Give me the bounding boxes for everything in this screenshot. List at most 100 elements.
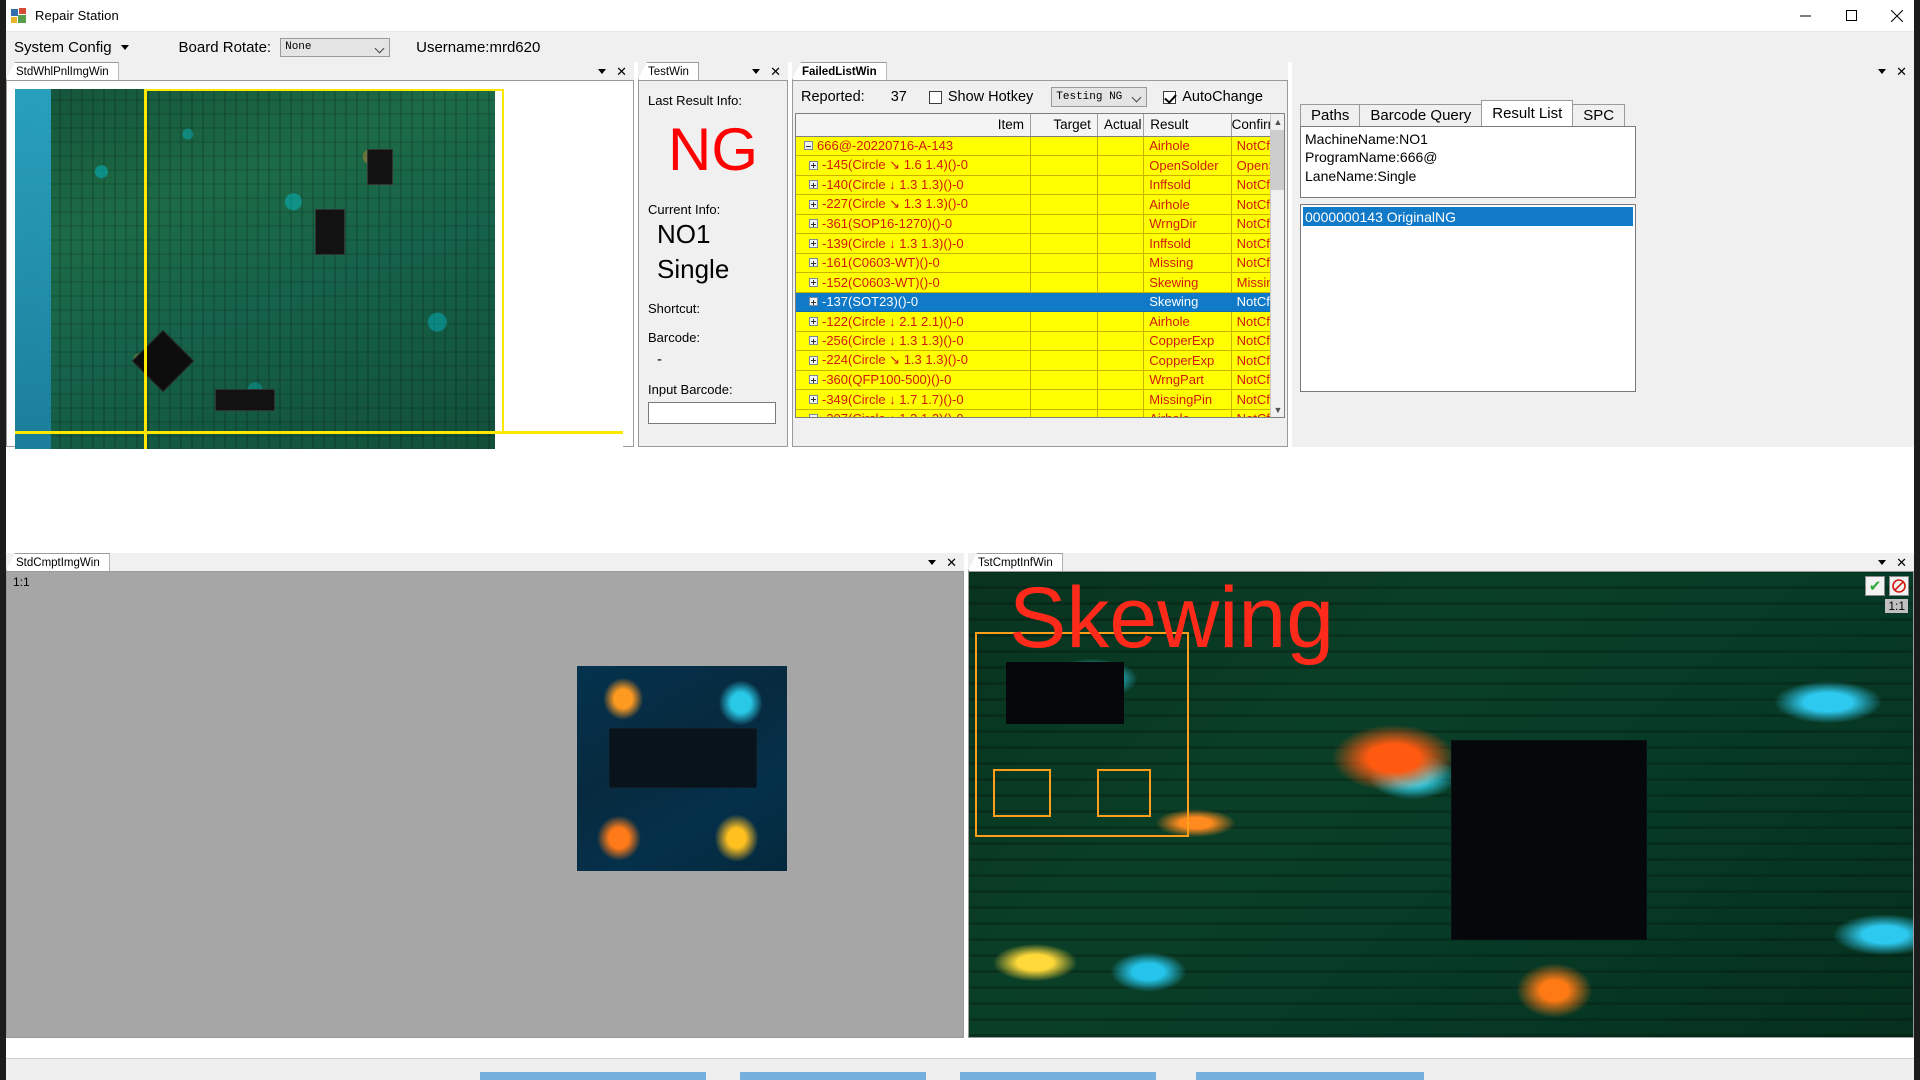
show-hotkey-checkbox[interactable]: Show Hotkey <box>928 89 1034 105</box>
minimize-icon[interactable] <box>1782 0 1828 32</box>
expand-icon[interactable] <box>809 336 818 346</box>
expand-icon[interactable] <box>809 180 818 190</box>
shortcut-label: Shortcut: <box>648 301 701 317</box>
taskbar-item[interactable] <box>480 1072 706 1080</box>
item-text: -139(Circle ↓ 1.3 1.3)()-0 <box>822 235 964 251</box>
column-header-target[interactable]: Target <box>1030 114 1098 137</box>
system-config-menu[interactable]: System Config <box>10 37 133 58</box>
panel-result-list: ✕ Paths Barcode Query Result List SPC Machi… <box>1292 62 1914 447</box>
expand-icon[interactable] <box>809 238 818 248</box>
cell-result: Airhole <box>1143 311 1232 332</box>
no-entry-icon[interactable] <box>1889 576 1909 596</box>
scroll-down-icon[interactable]: ▼ <box>1271 402 1284 417</box>
table-row[interactable]: -140(Circle ↓ 1.3 1.3)()-0 Inffsold NotCfm <box>796 175 1279 195</box>
crosshair-horizontal <box>15 431 623 434</box>
main-toolbar: System Config Board Rotate: None Usernam… <box>0 32 1920 62</box>
expand-icon[interactable] <box>809 277 818 287</box>
panel-close-icon[interactable]: ✕ <box>946 556 957 569</box>
table-row[interactable]: -360(QFP100-500)()-0 WrngPart NotCfm <box>796 370 1279 390</box>
chevron-down-icon <box>120 44 129 50</box>
standard-component-image[interactable] <box>577 666 787 871</box>
table-row[interactable]: -152(C0603-WT)()-0 Skewing Missing <box>796 272 1279 293</box>
item-text: -137(SOT23)()-0 <box>822 294 919 310</box>
input-barcode-field[interactable] <box>648 402 776 425</box>
tab-std-whl-pnl-img[interactable]: StdWhlPnlImgWin <box>6 62 119 80</box>
show-hotkey-label: Show Hotkey <box>947 89 1034 105</box>
panel-menu-chevron-icon[interactable] <box>1878 68 1887 74</box>
expand-icon[interactable] <box>809 394 818 404</box>
tab-std-cmpt-img-win[interactable]: StdCmptImgWin <box>6 553 110 571</box>
grid-vertical-scrollbar[interactable]: ▲ ▼ <box>1270 114 1284 417</box>
panel-menu-chevron-icon[interactable] <box>752 68 761 74</box>
table-row[interactable]: -145(Circle ↘ 1.6 1.4)()-0 OpenSolder Open… <box>796 155 1279 176</box>
expand-icon[interactable] <box>809 160 818 170</box>
check-icon[interactable]: ✔ <box>1865 576 1885 596</box>
board-image-view[interactable] <box>15 89 623 449</box>
tab-test-win[interactable]: TestWin <box>638 62 699 80</box>
panel-close-icon[interactable]: ✕ <box>1896 556 1907 569</box>
expand-icon[interactable] <box>809 297 818 307</box>
expand-icon[interactable] <box>809 375 818 385</box>
panel-std-cmpt-img-win: StdCmptImgWin ✕ 1:1 <box>6 553 964 1038</box>
expand-icon[interactable] <box>809 219 818 229</box>
panel-tools: ✕ <box>752 62 788 80</box>
scrollbar-thumb[interactable] <box>1271 130 1284 190</box>
board-rotate-value: None <box>285 41 312 53</box>
table-row[interactable]: -307(Circle ↓ 1.3 1.3)()-0AirholeNotCfm <box>796 409 1279 417</box>
cell-actual <box>1097 370 1145 390</box>
list-item[interactable]: 0000000143 OriginalNG <box>1303 207 1633 226</box>
tab-paths[interactable]: Paths <box>1300 104 1361 126</box>
test-component-image[interactable]: Skewing <box>969 572 1913 1037</box>
panel-tst-cmpt-inf-win: TstCmptInfWin ✕ Skewing ✔ 1:1 <box>968 553 1914 1038</box>
status-select[interactable]: Testing NG <box>1051 87 1148 107</box>
cell-actual <box>1097 214 1145 234</box>
taskbar-item[interactable] <box>1196 1072 1424 1080</box>
cell-item: -256(Circle ↓ 1.3 1.3)()-0 <box>796 331 1032 351</box>
expand-icon[interactable] <box>809 258 818 268</box>
panel-menu-chevron-icon[interactable] <box>1878 559 1887 565</box>
expand-icon[interactable] <box>809 355 818 365</box>
auto-change-checkbox[interactable]: AutoChange <box>1163 89 1263 105</box>
tab-result-list[interactable]: Result List <box>1481 100 1574 126</box>
table-row[interactable]: -361(SOP16-1270)()-0 WrngDir NotCfm <box>796 214 1279 234</box>
tab-failed-list-win[interactable]: FailedListWin <box>792 62 887 80</box>
cell-result: Inffsold <box>1143 175 1232 195</box>
collapse-icon[interactable] <box>804 141 813 151</box>
cell-result: Airhole <box>1143 136 1232 156</box>
expand-icon[interactable] <box>809 414 818 417</box>
panel-close-icon[interactable]: ✕ <box>1896 65 1907 78</box>
table-row[interactable]: -139(Circle ↓ 1.3 1.3)()-0 Inffsold NotCfm <box>796 233 1279 254</box>
tab-barcode-query[interactable]: Barcode Query <box>1359 104 1483 126</box>
table-row[interactable]: 666@-20220716-A-143 Airhole NotCfm <box>796 136 1279 156</box>
maximize-icon[interactable] <box>1828 0 1874 32</box>
panel-menu-chevron-icon[interactable] <box>928 559 937 565</box>
table-row[interactable]: -256(Circle ↓ 1.3 1.3)()-0 CopperExp NotCf… <box>796 331 1279 351</box>
panel-close-icon[interactable]: ✕ <box>770 65 781 78</box>
taskbar-item[interactable] <box>960 1072 1156 1080</box>
current-machine-name: NO1 <box>657 219 711 249</box>
panel-menu-chevron-icon[interactable] <box>598 68 607 74</box>
cell-target <box>1030 292 1098 312</box>
column-header-actual[interactable]: Actual <box>1097 114 1145 137</box>
column-header-item[interactable]: Item <box>796 114 1032 137</box>
board-rotate-select[interactable]: None <box>280 37 391 57</box>
table-row[interactable]: -122(Circle ↓ 2.1 2.1)()-0 Airhole NotCfm <box>796 311 1279 332</box>
failed-list-grid[interactable]: Item Target Actual Result Confirm 666@-2… <box>795 113 1285 418</box>
tab-tst-cmpt-inf-win[interactable]: TstCmptInfWin <box>968 553 1063 571</box>
table-row[interactable]: -349(Circle ↓ 1.7 1.7)()-0 MissingPin NotC… <box>796 389 1279 410</box>
expand-icon[interactable] <box>809 199 818 209</box>
result-listbox[interactable]: 0000000143 OriginalNG <box>1300 204 1636 392</box>
panel-close-icon[interactable]: ✕ <box>616 65 627 78</box>
scroll-up-icon[interactable]: ▲ <box>1271 114 1284 129</box>
taskbar-item[interactable] <box>740 1072 926 1080</box>
table-row[interactable]: -224(Circle ↘ 1.3 1.3)()-0 CopperExp NotCf… <box>796 350 1279 371</box>
cell-result: Skewing <box>1143 292 1232 312</box>
status-value: Testing NG <box>1056 91 1123 103</box>
table-row[interactable]: -227(Circle ↘ 1.3 1.3)()-0 Airhole NotCfm <box>796 194 1279 215</box>
tab-spc[interactable]: SPC <box>1572 104 1626 126</box>
table-row[interactable]: -161(C0603-WT)()-0 Missing NotCfm <box>796 253 1279 273</box>
column-header-result[interactable]: Result <box>1143 114 1232 137</box>
expand-icon[interactable] <box>809 316 818 326</box>
table-row[interactable]: -137(SOT23)()-0 Skewing NotCfm <box>796 292 1279 312</box>
chevron-down-icon <box>374 43 385 53</box>
